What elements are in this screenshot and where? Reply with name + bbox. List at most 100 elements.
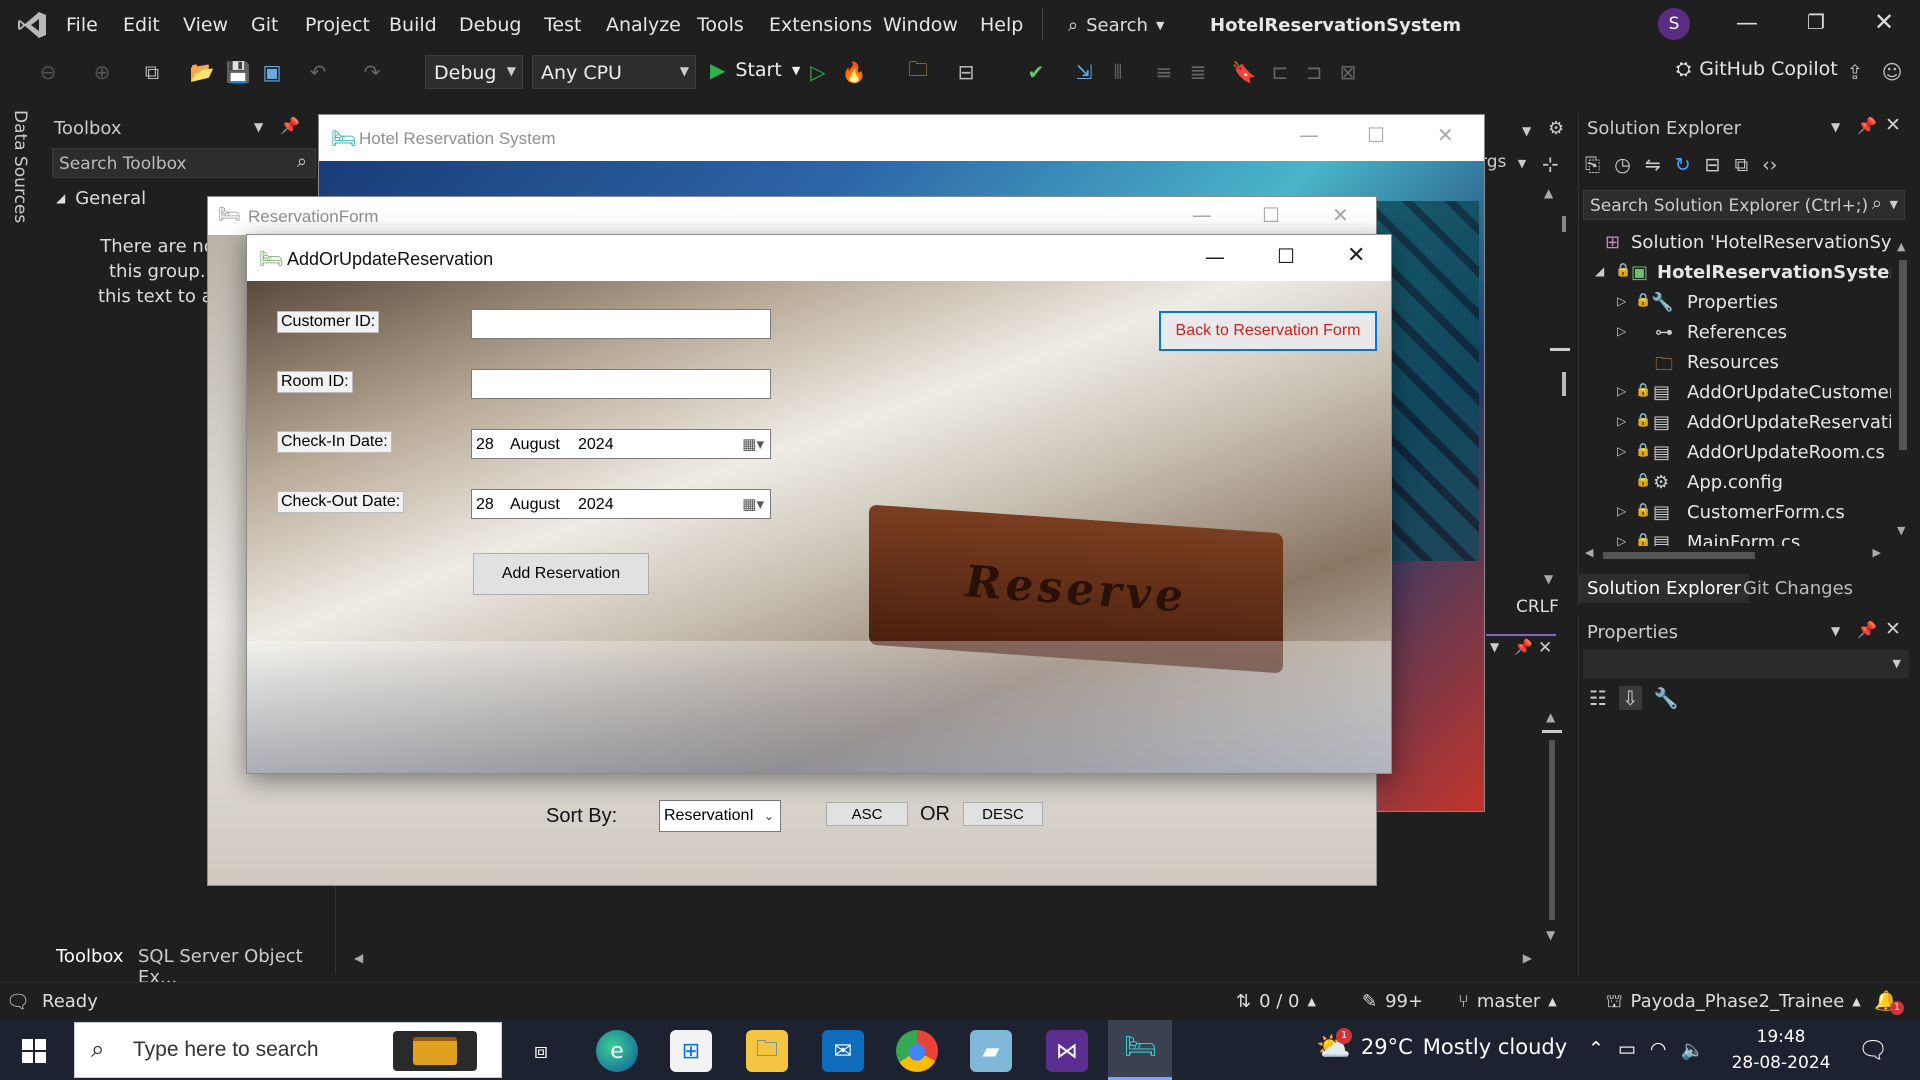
save-icon[interactable]: 💾 [226, 60, 251, 84]
back-to-reservation-form-button[interactable]: Back to Reservation Form [1159, 311, 1377, 351]
toolbox-search[interactable]: Search Toolbox ⌕ [52, 148, 316, 178]
open-folder-icon[interactable]: 📂 [190, 60, 215, 84]
start-button[interactable]: ▶ Start ▼ [710, 58, 800, 82]
layout-icon[interactable]: ⊟ [954, 60, 978, 84]
hotel-app-taskbar-button[interactable]: 🛏 [1108, 1020, 1172, 1080]
indent-icon[interactable]: ≡ [1152, 60, 1176, 84]
refresh-icon[interactable]: ↻ [1675, 154, 1691, 176]
close-icon[interactable]: ✕ [1347, 243, 1365, 268]
menu-window[interactable]: Window [883, 14, 958, 36]
file-explorer-icon[interactable]: 🗀 [746, 1030, 788, 1072]
checkout-date-picker[interactable]: 28 August 2024 ▦▾ [471, 489, 771, 519]
microsoft-store-icon[interactable]: ⊞ [670, 1030, 712, 1072]
menu-git[interactable]: Git [251, 14, 278, 36]
maximize-icon[interactable]: ☐ [1277, 244, 1295, 268]
close-icon[interactable]: ✕ [1538, 638, 1552, 658]
forward-icon[interactable]: ⊕ [90, 60, 114, 84]
close-icon[interactable]: ✕ [1437, 123, 1454, 147]
account-avatar[interactable]: S [1658, 8, 1690, 40]
notifications-bell[interactable]: 🔔 1 [1874, 989, 1904, 1017]
tree-item-references[interactable]: ▷ ⊶ References [1579, 318, 1891, 348]
minimize-icon[interactable]: — [1299, 123, 1319, 147]
save-all-icon[interactable]: ▣ [260, 60, 284, 84]
minimize-icon[interactable]: — [1205, 245, 1225, 269]
tree-item-file[interactable]: 🔒 ⚙ App.config [1579, 468, 1891, 498]
tree-item-project[interactable]: ◢ 🔒 ▣ HotelReservationSystem [1579, 258, 1891, 288]
menu-test[interactable]: Test [544, 14, 581, 36]
editor-vertical-scrollbar[interactable]: ▲ ▼ [1536, 186, 1570, 586]
chevron-up-icon[interactable]: ⌃ [1588, 1038, 1604, 1061]
visual-studio-logo-icon[interactable] [16, 10, 48, 40]
toolbox-group-general[interactable]: ◢ General [56, 188, 146, 209]
tree-horizontal-scrollbar[interactable]: ◀ ▶ [1583, 546, 1883, 564]
gear-icon[interactable]: ⚙ [1548, 118, 1564, 139]
chevron-down-icon[interactable]: ▼ [1831, 624, 1840, 638]
switch-views-icon[interactable]: ⎘ [1585, 154, 1600, 176]
tree-item-resources[interactable]: 🗀 Resources [1579, 348, 1891, 378]
minimize-icon[interactable]: — [1192, 203, 1212, 227]
close-icon[interactable]: ✕ [1332, 203, 1349, 227]
tree-item-file[interactable]: ▷ 🔒 ▤ CustomerForm.cs [1579, 498, 1891, 528]
pin-icon[interactable]: 📌 [1514, 638, 1533, 656]
taskbar-clock[interactable]: 19:48 28-08-2024 [1726, 1024, 1836, 1076]
tree-item-file[interactable]: ▷ 🔒 ▤ AddOrUpdateReservation [1579, 408, 1891, 438]
menu-debug[interactable]: Debug [459, 14, 521, 36]
close-icon[interactable]: ✕ [1874, 8, 1894, 36]
chevron-down-icon[interactable]: ▼ [1831, 120, 1840, 134]
property-pages-icon[interactable]: 🔧 [1654, 686, 1679, 710]
customer-id-input[interactable] [471, 309, 771, 339]
status-sync-counter[interactable]: ⇅ 0 / 0 ▲ [1236, 991, 1316, 1012]
back-icon[interactable]: ⊖ [36, 60, 60, 84]
minimize-icon[interactable]: — [1736, 11, 1758, 36]
share-icon[interactable]: ⇪ [1843, 60, 1867, 84]
chevron-down-icon[interactable]: ▼ [254, 120, 263, 134]
tab-toolbox[interactable]: Toolbox [56, 946, 124, 967]
split-icon[interactable]: ⊹ [1542, 152, 1559, 176]
configuration-dropdown[interactable]: Debug ▼ [425, 55, 523, 89]
pin-icon[interactable]: 📌 [1857, 116, 1877, 135]
tree-item-properties[interactable]: ▷ 🔒 🔧 Properties [1579, 288, 1891, 318]
tree-item-file[interactable]: ▷ 🔒 ▤ MainForm.cs [1579, 528, 1891, 546]
data-sources-tab[interactable]: Data Sources [0, 100, 42, 800]
spellcheck-icon[interactable]: ✔ [1024, 60, 1048, 84]
action-center-icon[interactable]: 🗨 [1858, 1036, 1888, 1064]
mail-icon[interactable]: ✉ [822, 1030, 864, 1072]
status-repository[interactable]: ⛫ Payoda_Phase2_Trainee ▲ [1606, 991, 1861, 1015]
redo-icon[interactable]: ↷ [360, 60, 384, 84]
new-project-icon[interactable]: ⧉ [140, 60, 164, 84]
menu-view[interactable]: View [183, 14, 228, 36]
vs-search-box[interactable]: ⌕ Search ▼ [1068, 11, 1164, 39]
cheat-sheet-app-icon[interactable]: ▰ [970, 1030, 1012, 1072]
status-branch[interactable]: ⑂ master ▲ [1458, 991, 1557, 1012]
copilot-button[interactable]: ⛭ GitHub Copilot [1676, 58, 1838, 80]
code-icon[interactable]: ‹› [1762, 154, 1777, 176]
windows-start-icon[interactable] [22, 1039, 46, 1063]
hot-reload-icon[interactable]: 🔥 [842, 60, 867, 84]
alphabetical-icon[interactable]: ⇩ [1618, 686, 1642, 710]
tree-item-file[interactable]: ▷ 🔒 ▤ AddOrUpdateCustomer.c [1579, 378, 1891, 408]
tab-solution-explorer[interactable]: Solution Explorer [1579, 574, 1749, 603]
chrome-icon[interactable]: ● [896, 1030, 938, 1072]
volume-icon[interactable]: 🔈 [1680, 1038, 1704, 1061]
restore-icon[interactable]: ❐ [1807, 10, 1825, 34]
visual-studio-taskbar-icon[interactable]: ⋈ [1046, 1030, 1088, 1072]
outdent-icon[interactable]: ≣ [1186, 60, 1210, 84]
menu-help[interactable]: Help [980, 14, 1023, 36]
editor-args-dropdown[interactable]: rgs ▼ [1480, 152, 1526, 172]
menu-edit[interactable]: Edit [123, 14, 160, 36]
chevron-down-icon[interactable]: ▼ [1522, 124, 1531, 138]
properties-object-dropdown[interactable]: ▼ [1583, 650, 1909, 678]
battery-icon[interactable]: ▭ [1618, 1038, 1636, 1061]
browse-folder-icon[interactable]: 🗀 [906, 57, 930, 84]
close-icon[interactable]: ✕ [1885, 114, 1901, 136]
output-vertical-scrollbar[interactable]: ▲ ▼ [1540, 710, 1564, 946]
categorized-icon[interactable]: ☷ [1589, 686, 1607, 710]
menu-build[interactable]: Build [389, 14, 437, 36]
edge-icon[interactable]: e [596, 1030, 638, 1072]
menu-file[interactable]: File [66, 14, 98, 36]
maximize-icon[interactable]: ☐ [1367, 123, 1385, 147]
sync-icon[interactable]: ⇋ [1645, 154, 1661, 176]
next-bookmark-icon[interactable]: ⊐ [1302, 60, 1326, 84]
tab-git-changes[interactable]: Git Changes [1743, 578, 1853, 599]
line-ending-label[interactable]: CRLF [1516, 597, 1559, 617]
